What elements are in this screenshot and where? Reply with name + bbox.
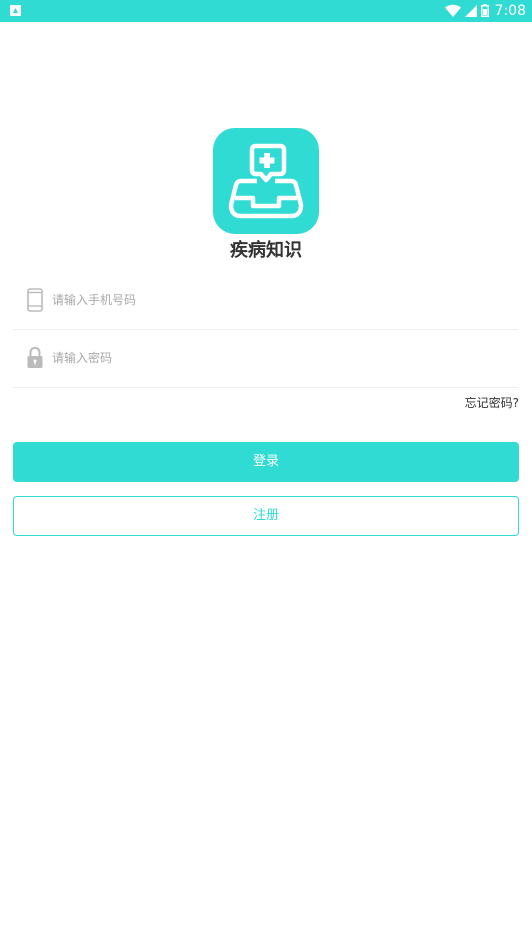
login-button[interactable]: 登录	[13, 442, 519, 482]
battery-icon	[480, 2, 489, 21]
forgot-password-link[interactable]: 忘记密码?	[465, 394, 519, 412]
app-logo	[213, 128, 319, 234]
wifi-icon	[444, 2, 461, 21]
app-name: 疾病知识	[230, 240, 302, 261]
phone-field	[13, 271, 518, 330]
status-icons: 7:08	[444, 0, 526, 22]
lock-icon	[25, 346, 45, 370]
status-bar: 7:08	[0, 0, 532, 22]
signal-icon	[464, 2, 477, 21]
phone-icon	[25, 288, 45, 312]
medical-chat-icon	[228, 143, 304, 219]
password-field	[13, 329, 518, 388]
notification-icon	[10, 5, 21, 16]
phone-input[interactable]	[52, 271, 492, 329]
status-time: 7:08	[494, 3, 526, 19]
register-button[interactable]: 注册	[13, 496, 519, 536]
password-input[interactable]	[52, 329, 492, 387]
